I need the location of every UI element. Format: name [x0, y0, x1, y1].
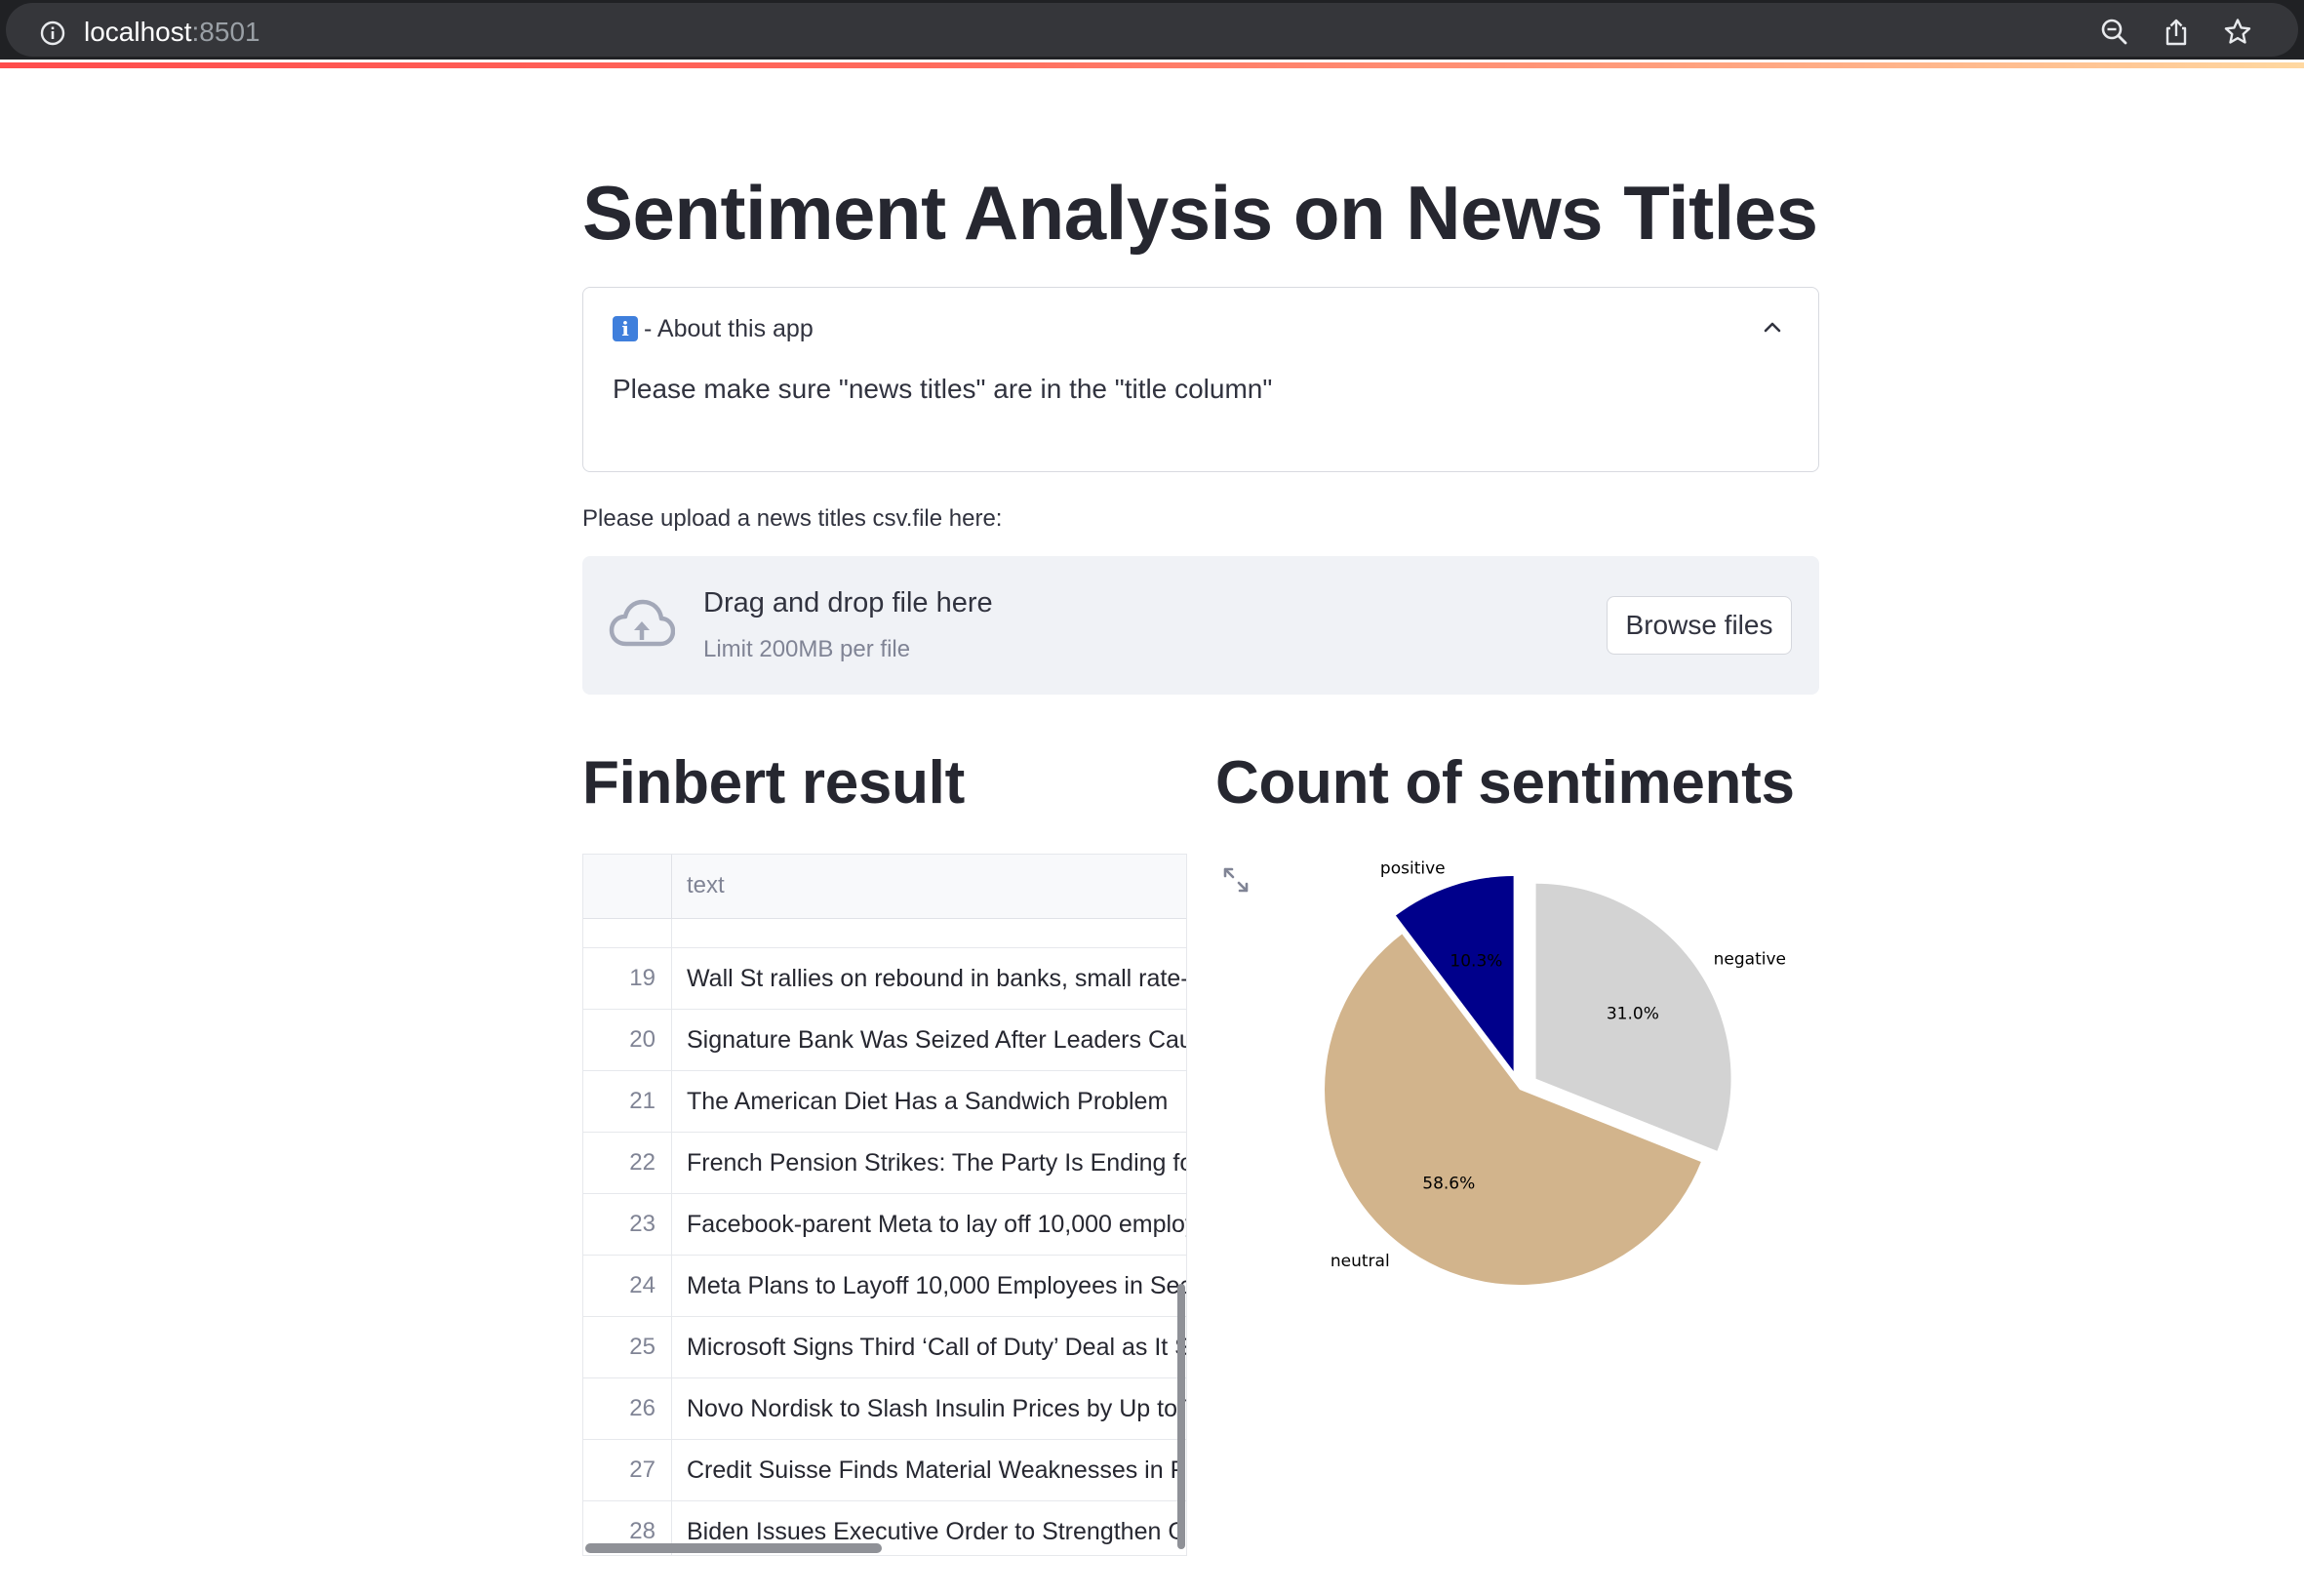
zoom-icon[interactable] — [2099, 17, 2130, 48]
about-label: - About this app — [644, 314, 814, 342]
bookmark-star-icon[interactable] — [2222, 17, 2253, 48]
table-row[interactable]: 24 Meta Plans to Layoff 10,000 Employees … — [583, 1256, 1186, 1317]
browser-toolbar: localhost:8501 — [0, 0, 2304, 60]
table-row-partial — [583, 919, 1186, 948]
chevron-up-icon[interactable] — [1760, 315, 1785, 340]
row-index: 19 — [583, 948, 672, 1010]
drop-title: Drag and drop file here — [703, 587, 993, 618]
browse-files-button[interactable]: Browse files — [1607, 596, 1792, 655]
column-header-text[interactable]: text — [687, 872, 725, 899]
results-dataframe[interactable]: text 19 Wall St rallies on rebound in ban… — [582, 854, 1187, 1556]
page-title: Sentiment Analysis on News Titles — [582, 170, 1818, 256]
table-row[interactable]: 23 Facebook-parent Meta to lay off 10,000… — [583, 1194, 1186, 1256]
row-text-cell[interactable]: Meta Plans to Layoff 10,000 Employees in… — [687, 1256, 1186, 1317]
pie-category-label-negative: negative — [1714, 949, 1786, 969]
row-text-cell[interactable]: Signature Bank Was Seized After Leaders … — [687, 1010, 1186, 1071]
url-text[interactable]: localhost:8501 — [84, 17, 260, 48]
about-expander: i - About this app Please make sure "new… — [582, 287, 1819, 472]
fullscreen-expand-icon[interactable] — [1221, 865, 1251, 895]
row-text-cell[interactable]: Facebook-parent Meta to lay off 10,000 e… — [687, 1194, 1186, 1256]
vertical-scrollbar[interactable] — [1177, 1284, 1185, 1549]
row-text-cell[interactable]: French Pension Strikes: The Party Is End… — [687, 1133, 1186, 1194]
row-text-cell[interactable]: Novo Nordisk to Slash Insulin Prices by … — [687, 1378, 1186, 1440]
table-row[interactable]: 26 Novo Nordisk to Slash Insulin Prices b… — [583, 1378, 1186, 1440]
table-row[interactable]: 21 The American Diet Has a Sandwich Probl… — [583, 1071, 1186, 1133]
pie-percent-label-neutral: 58.6% — [1422, 1174, 1475, 1193]
pie-category-label-positive: positive — [1380, 858, 1446, 878]
row-index: 22 — [583, 1133, 672, 1194]
url-port: :8501 — [191, 17, 260, 47]
finbert-heading: Finbert result — [582, 749, 965, 817]
pie-category-label-neutral: neutral — [1331, 1252, 1390, 1271]
table-row[interactable]: 20 Signature Bank Was Seized After Leader… — [583, 1010, 1186, 1071]
row-index: 24 — [583, 1256, 672, 1317]
table-row[interactable]: 22 French Pension Strikes: The Party Is E… — [583, 1133, 1186, 1194]
info-emoji-icon: i — [613, 316, 638, 341]
row-index: 23 — [583, 1194, 672, 1256]
index-header — [583, 855, 672, 919]
horizontal-scrollbar[interactable] — [585, 1543, 882, 1553]
drop-limit: Limit 200MB per file — [703, 636, 911, 662]
row-index: 20 — [583, 1010, 672, 1071]
sentiment-pie-chart: 31.0% negative 58.6% neutral 10.3% positive — [1325, 858, 1786, 1286]
info-icon[interactable] — [39, 20, 66, 47]
pie-percent-label-positive: 10.3% — [1450, 951, 1502, 971]
row-text-cell[interactable]: Microsoft Signs Third ‘Call of Duty’ Dea… — [687, 1317, 1186, 1378]
table-row[interactable]: 25 Microsoft Signs Third ‘Call of Duty’ D… — [583, 1317, 1186, 1378]
file-dropzone[interactable]: Drag and drop file here Limit 200MB per … — [582, 556, 1819, 695]
pie-percent-label-negative: 31.0% — [1607, 1004, 1659, 1023]
row-index: 26 — [583, 1378, 672, 1440]
table-row[interactable]: 27 Credit Suisse Finds Material Weaknesse… — [583, 1440, 1186, 1501]
row-text-cell[interactable]: Credit Suisse Finds Material Weaknesses … — [687, 1440, 1186, 1501]
row-index: 21 — [583, 1071, 672, 1133]
row-text-cell[interactable]: Wall St rallies on rebound in banks, sma… — [687, 948, 1186, 1010]
share-icon[interactable] — [2161, 17, 2192, 48]
cloud-upload-icon — [609, 599, 675, 647]
top-decoration-bar — [0, 62, 2304, 68]
table-row[interactable]: 19 Wall St rallies on rebound in banks, s… — [583, 948, 1186, 1010]
table-body: 19 Wall St rallies on rebound in banks, s… — [583, 948, 1186, 1555]
about-text: Please make sure "news titles" are in th… — [613, 374, 1273, 404]
about-expander-header[interactable]: i - About this app — [613, 313, 814, 344]
row-index: 25 — [583, 1317, 672, 1378]
row-index: 27 — [583, 1440, 672, 1501]
count-heading: Count of sentiments — [1215, 749, 1795, 817]
table-header: text — [583, 855, 1186, 919]
row-text-cell[interactable]: The American Diet Has a Sandwich Problem — [687, 1071, 1186, 1133]
upload-label: Please upload a news titles csv.file her… — [582, 505, 1003, 532]
address-bar[interactable]: localhost:8501 — [6, 3, 2298, 57]
url-host: localhost — [84, 17, 192, 47]
